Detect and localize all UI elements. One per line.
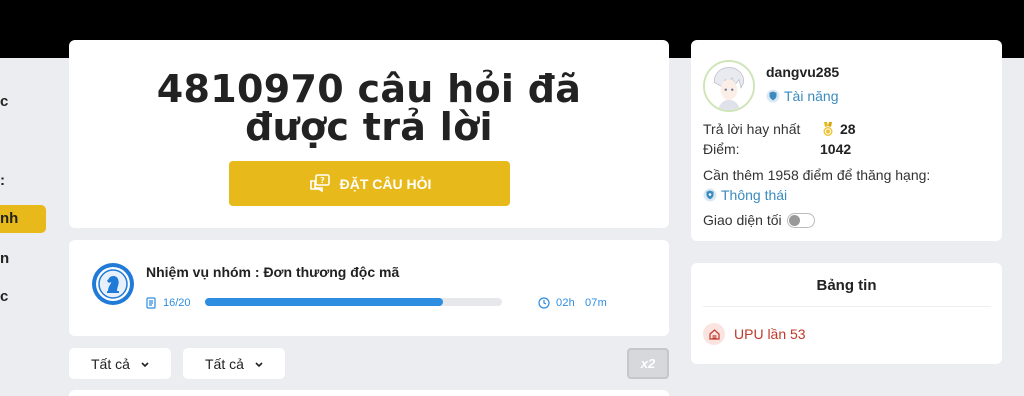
rank-shield-icon [703, 188, 717, 202]
points-value: 1042 [820, 141, 852, 157]
sidebar-item-label: nh [0, 210, 19, 227]
rank-shield-icon [766, 89, 780, 103]
chevron-down-icon [141, 361, 149, 367]
question-list-card-top [69, 390, 669, 396]
filter-label: Tất cả [91, 355, 130, 372]
avatar[interactable] [703, 60, 755, 112]
rank-label: Tài năng [784, 88, 839, 104]
mission-time-hours: 02h [556, 297, 575, 309]
best-answers-label: Trả lời hay nhất [703, 121, 801, 137]
next-rank-label: Thông thái [721, 187, 788, 203]
dark-mode-row: Giao diện tối [703, 212, 815, 228]
svg-text:?: ? [320, 176, 325, 185]
mailbox-icon [708, 328, 720, 340]
dark-mode-label: Giao diện tối [703, 212, 782, 228]
profile-card: dangvu285 Tài năng Trả lời hay nhất 28 Đ… [691, 40, 1002, 241]
divider [703, 306, 991, 307]
ask-question-label: ĐẶT CÂU HỎI [339, 175, 432, 192]
next-rank-badge: Thông thái [703, 187, 787, 203]
multiplier-button[interactable]: x2 [627, 348, 669, 379]
sidebar-item-5[interactable]: c [0, 283, 46, 311]
mission-progress-bar [205, 298, 502, 306]
mission-progress-fill [205, 298, 443, 306]
medal-icon [823, 122, 833, 136]
filter-dropdown-1[interactable]: Tất cả [69, 348, 171, 379]
mission-progress-count: 16/20 [145, 297, 191, 309]
username[interactable]: dangvu285 [766, 64, 839, 80]
sidebar-item-active[interactable]: nh [0, 205, 46, 233]
mission-time-remaining: 02h 07m [538, 297, 607, 309]
group-mission-card[interactable]: Nhiệm vụ nhóm : Đơn thương độc mã 16/20 … [69, 240, 669, 336]
hero-title-line2: được trả lời [245, 105, 493, 149]
mission-progress-text: 16/20 [163, 297, 191, 309]
hero-card: 4810970 câu hỏi đã được trả lời ? ĐẶT CÂ… [69, 40, 669, 228]
avatar-image [705, 62, 753, 110]
news-card: Bảng tin UPU lần 53 [691, 263, 1002, 364]
chevron-down-icon [255, 361, 263, 367]
points-label: Điểm: [703, 141, 740, 157]
sidebar-item-label: c [0, 93, 9, 110]
sidebar-item-label: n [0, 250, 10, 267]
ask-question-icon: ? [309, 173, 330, 192]
points-needed-text: Cần thêm 1958 điểm để thăng hạng: [703, 167, 931, 183]
sidebar-item-label: : [0, 172, 5, 189]
chess-knight-icon [92, 263, 134, 305]
news-item-icon-wrap [703, 323, 725, 345]
mission-title: Nhiệm vụ nhóm : Đơn thương độc mã [146, 264, 400, 280]
toggle-knob [788, 214, 800, 226]
filter-label: Tất cả [205, 355, 244, 372]
best-answers-count: 28 [840, 121, 856, 137]
ask-question-button[interactable]: ? ĐẶT CÂU HỎI [229, 161, 510, 206]
news-item[interactable]: UPU lần 53 [703, 323, 806, 345]
sidebar-item-label: c [0, 288, 9, 305]
rank-badge: Tài năng [766, 88, 838, 104]
document-icon [146, 297, 156, 309]
sidebar: c : nh n c [0, 58, 50, 396]
filter-dropdown-2[interactable]: Tất cả [183, 348, 285, 379]
sidebar-item-1[interactable]: c [0, 88, 46, 116]
dark-mode-toggle[interactable] [786, 212, 815, 228]
sidebar-item-4[interactable]: n [0, 245, 46, 273]
news-item-label: UPU lần 53 [734, 326, 806, 342]
answered-count-title: 4810970 câu hỏi đã được trả lời [69, 70, 669, 146]
mission-time-minutes: 07m [584, 297, 607, 309]
news-title: Bảng tin [816, 277, 877, 294]
hero-title-line1: 4810970 câu hỏi đã [156, 67, 582, 111]
sidebar-item-2[interactable]: : [0, 167, 46, 195]
clock-icon [538, 297, 550, 309]
best-answers-value: 28 [820, 121, 856, 137]
